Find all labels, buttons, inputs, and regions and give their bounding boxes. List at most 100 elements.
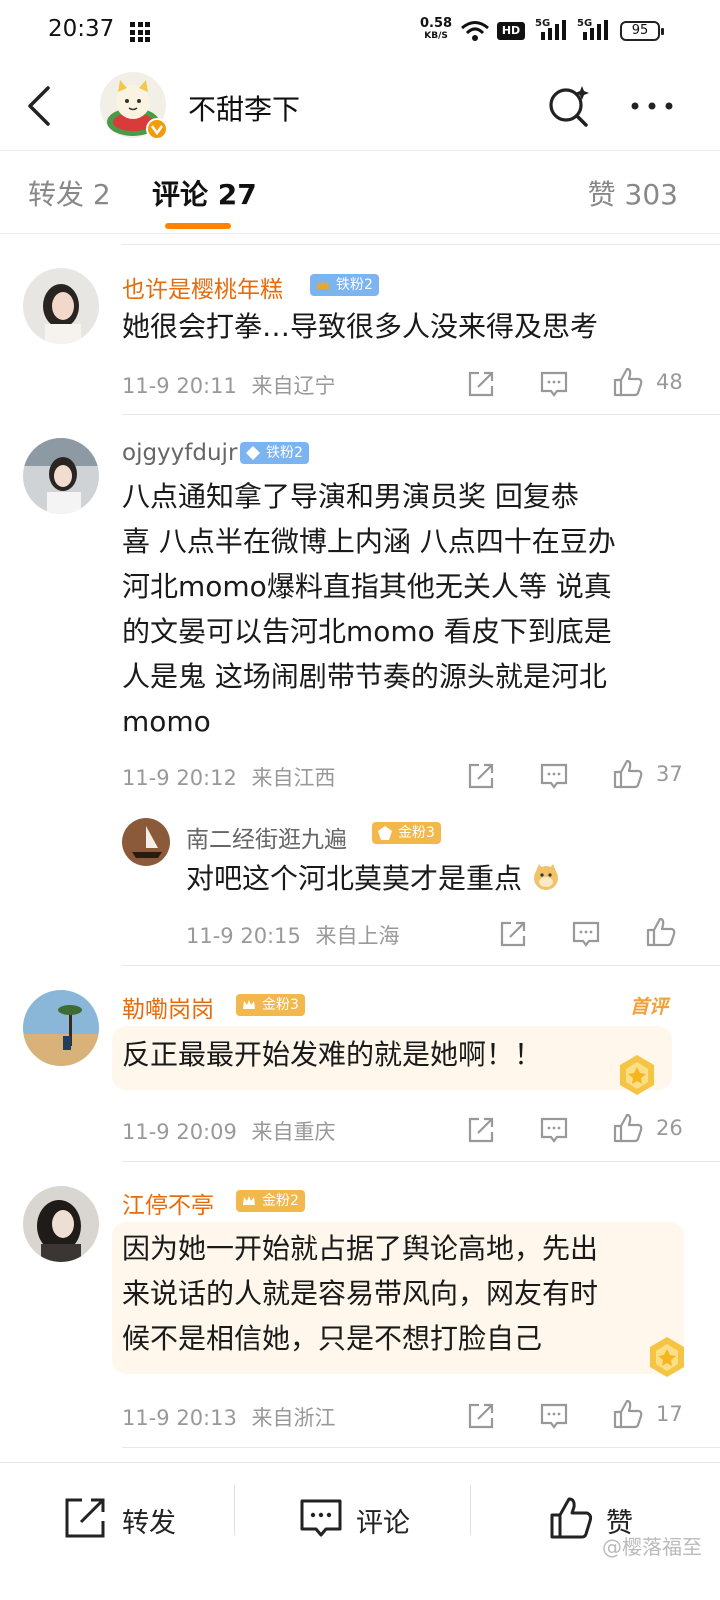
share-icon[interactable]: [465, 760, 497, 792]
commenter-avatar[interactable]: [23, 438, 99, 514]
app-grid-icon: [130, 22, 150, 42]
fan-badge: 铁粉2: [310, 274, 379, 296]
divider: [122, 414, 720, 415]
share-icon[interactable]: [465, 1114, 497, 1146]
comment-time: 11-9 20:11: [122, 374, 237, 398]
bottom-repost-label: 转发: [122, 1508, 176, 1539]
like-icon[interactable]: [612, 758, 644, 790]
separator: [234, 1485, 235, 1535]
like-icon[interactable]: [612, 1398, 644, 1430]
reply-icon[interactable]: [538, 760, 570, 792]
network-speed-unit: KB/S: [424, 31, 448, 41]
network-speed: 0.58 KB/S: [420, 16, 453, 42]
reply-icon[interactable]: [538, 368, 570, 400]
like-count: 26: [656, 1116, 683, 1140]
commenter-name[interactable]: 勒嘞岗岗: [122, 990, 214, 1024]
first-comment-badge: 首评: [630, 996, 669, 1018]
comment-text-line: 河北momo爆料直指其他无关人等 说真: [122, 570, 612, 603]
comment-item: 江停不亭 金粉2 因为她一开始就占据了舆论高地，先出 来说话的人就是容易带风向，…: [0, 1162, 720, 1448]
comment-location: 来自辽宁: [251, 374, 336, 398]
comment-text-line: 人是鬼 这场闹剧带节奏的源头就是河北: [122, 660, 607, 693]
fan-crown-icon: [317, 280, 329, 289]
wifi-icon: [461, 21, 489, 41]
divider: [122, 1447, 720, 1448]
reply-time: 11-9 20:15: [186, 924, 301, 948]
commenter-name[interactable]: 也许是樱桃年糕: [122, 270, 283, 304]
like-icon[interactable]: [645, 916, 677, 948]
fan-crown-icon: [243, 1196, 255, 1205]
like-count: 37: [656, 762, 683, 786]
commenter-avatar[interactable]: [23, 990, 99, 1066]
fan-crown-icon: [243, 1000, 255, 1009]
share-icon[interactable]: [465, 1400, 497, 1432]
like-icon[interactable]: [612, 366, 644, 398]
replier-name[interactable]: 南二经街逛九遍: [186, 820, 347, 854]
fan-badge: 铁粉2: [240, 442, 309, 464]
reply-text: 对吧这个河北莫莫才是重点: [186, 856, 561, 901]
comment-meta: 11-9 20:12 来自江西: [122, 762, 336, 792]
comment-text-line: 因为她一开始就占据了舆论高地，先出: [122, 1232, 599, 1265]
comment-text-line: 的文晏可以告河北momo 看皮下到底是: [122, 615, 612, 648]
fan-badge-label: 金粉3: [262, 997, 299, 1013]
comment-time: 11-9 20:12: [122, 766, 237, 790]
comment-text-line: momo: [122, 705, 211, 738]
share-icon[interactable]: [497, 918, 529, 950]
reply-icon[interactable]: [538, 1400, 570, 1432]
more-options-icon[interactable]: [628, 88, 676, 124]
comment-item: 也许是樱桃年糕 铁粉2 她很会打拳…导致很多人没来得及思考 11-9 20:11…: [0, 250, 720, 415]
comment-time: 11-9 20:09: [122, 1120, 237, 1144]
tab-comment[interactable]: 评论 27: [152, 173, 257, 213]
tab-repost[interactable]: 转发 2: [28, 173, 111, 213]
commenter-avatar[interactable]: [23, 268, 99, 344]
reply-icon[interactable]: [570, 918, 602, 950]
network-speed-value: 0.58: [420, 16, 453, 31]
search-icon[interactable]: [545, 82, 591, 128]
status-time: 20:37: [48, 16, 115, 42]
reply-item: 南二经街逛九遍 金粉3 对吧这个河北莫莫才是重点 11-9 20:15 来自上海: [0, 808, 720, 966]
bottom-repost-button[interactable]: 转发: [62, 1495, 182, 1543]
commenter-name[interactable]: ojgyyfdujr: [122, 440, 237, 466]
divider: [122, 244, 720, 245]
comment-location: 来自重庆: [251, 1120, 336, 1144]
doge-emoji-icon: [533, 864, 558, 890]
replier-avatar[interactable]: [122, 818, 170, 866]
comment-text-line: 来说话的人就是容易带风向，网友有时: [122, 1277, 599, 1310]
like-icon[interactable]: [612, 1112, 644, 1144]
hd-icon: HD: [497, 22, 525, 40]
bottom-action-bar: 转发 评论 赞 @樱落福至: [0, 1462, 720, 1600]
fan-diamond-icon: [246, 446, 260, 460]
reply-icon[interactable]: [538, 1114, 570, 1146]
author-name[interactable]: 不甜李下: [188, 88, 300, 128]
bottom-comment-button[interactable]: 评论: [298, 1495, 418, 1543]
fan-badge: 金粉3: [372, 822, 441, 844]
like-count: 48: [656, 370, 683, 394]
bottom-comment-label: 评论: [356, 1508, 410, 1539]
comment-meta: 11-9 20:09 来自重庆: [122, 1116, 336, 1146]
fan-gem-icon: [378, 826, 392, 840]
fan-badge: 金粉2: [236, 1190, 305, 1212]
comment-item: 勒嘞岗岗 金粉3 首评 反正最最开始发难的就是她啊！！ 11-9 20:09 来…: [0, 966, 720, 1162]
comment-icon: [300, 1499, 342, 1537]
reply-meta: 11-9 20:15 来自上海: [186, 920, 400, 950]
battery-indicator: 95: [620, 21, 664, 41]
share-icon[interactable]: [465, 368, 497, 400]
watermark: @樱落福至: [602, 1535, 702, 1559]
comment-text-line: 八点通知拿了导演和男演员奖 回复恭: [122, 480, 579, 513]
comment-item: ojgyyfdujr 铁粉2 八点通知拿了导演和男演员奖 回复恭 喜 八点半在微…: [0, 416, 720, 808]
back-arrow-icon[interactable]: [22, 84, 62, 128]
tab-like[interactable]: 赞 303: [588, 173, 678, 213]
medal-icon: [620, 1055, 654, 1095]
comment-text: 反正最最开始发难的就是她啊！！: [122, 1038, 543, 1071]
comment-meta: 11-9 20:13 来自浙江: [122, 1402, 336, 1432]
comment-text: 八点通知拿了导演和男演员奖 回复恭 喜 八点半在微博上内涵 八点四十在豆办 河北…: [122, 474, 692, 744]
fan-badge-label: 金粉3: [398, 825, 435, 841]
top-header: 不甜李下: [0, 66, 720, 148]
comment-location: 来自浙江: [251, 1406, 336, 1430]
comment-text-line: 候不是相信她，只是不想打脸自己: [122, 1322, 543, 1355]
reply-text-content: 对吧这个河北莫莫才是重点: [186, 862, 523, 895]
commenter-name[interactable]: 江停不亭: [122, 1186, 214, 1220]
medal-icon: [650, 1337, 684, 1377]
commenter-avatar[interactable]: [23, 1186, 99, 1262]
comment-text: 因为她一开始就占据了舆论高地，先出 来说话的人就是容易带风向，网友有时 候不是相…: [122, 1226, 682, 1361]
comment-time: 11-9 20:13: [122, 1406, 237, 1430]
